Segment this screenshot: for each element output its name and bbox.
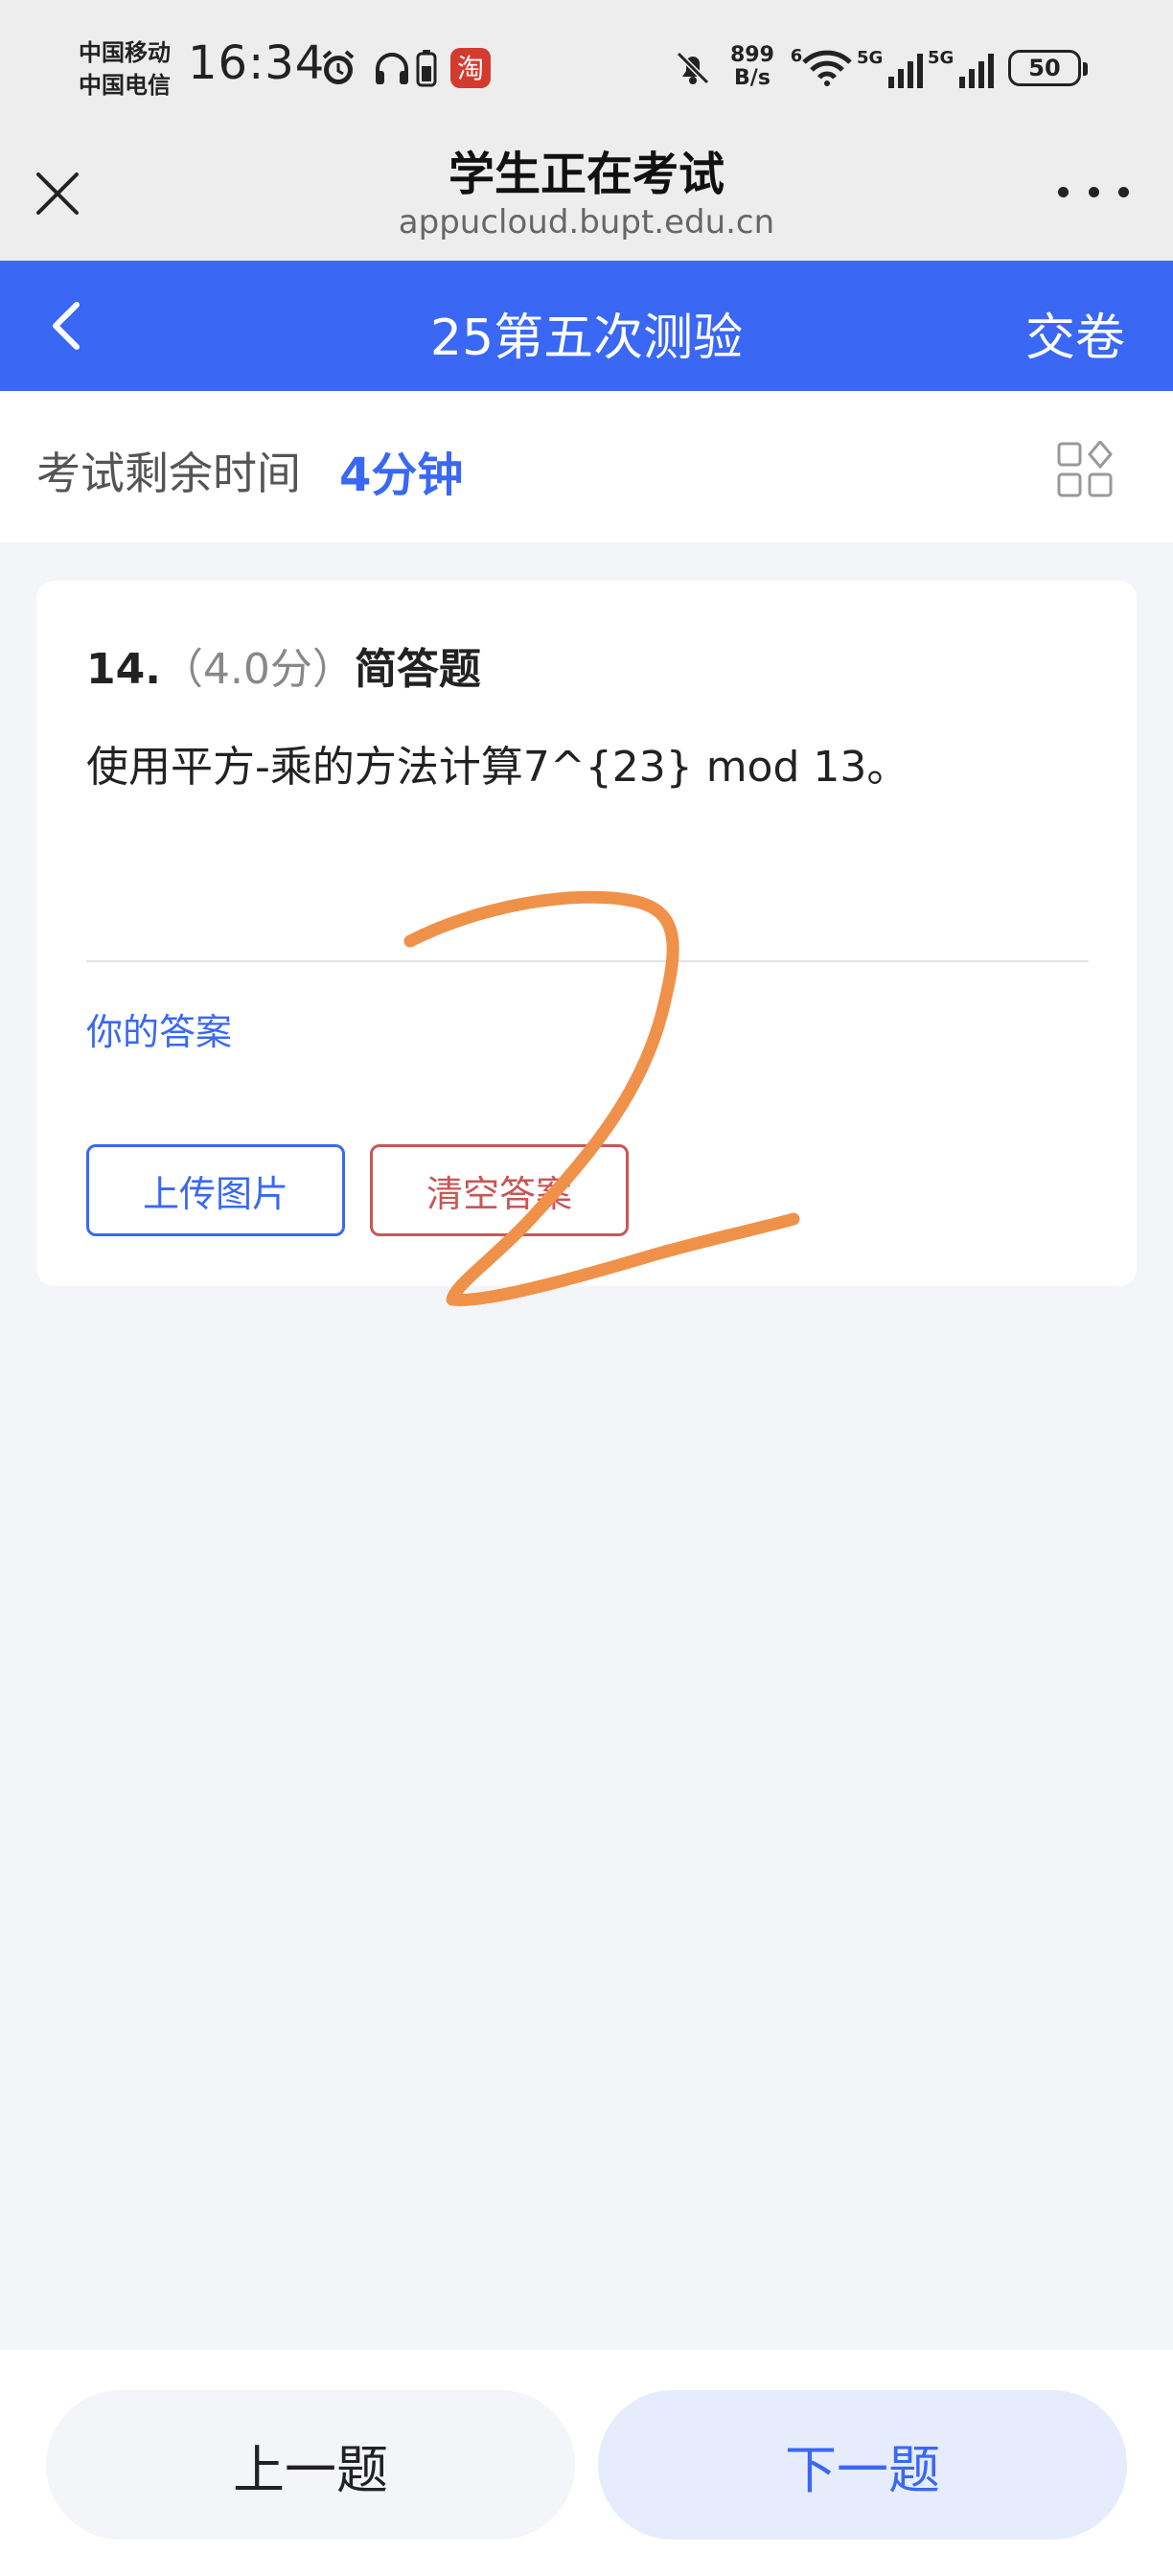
status-bar: 中国移动 中国电信 16:34 淘 899 B/s 6 5G 5G 50 — [0, 0, 1173, 142]
divider — [86, 960, 1089, 962]
question-score: （4.0分） — [160, 645, 355, 694]
taobao-icon: 淘 — [448, 46, 493, 90]
more-icon[interactable] — [1058, 172, 1129, 211]
question-card: 14.（4.0分）简答题 使用平方-乘的方法计算7^{23} mod 13。 你… — [36, 581, 1137, 1286]
battery-small-icon — [414, 46, 439, 90]
battery-icon: 50 — [1008, 50, 1088, 86]
browser-url: appucloud.bupt.edu.cn — [398, 203, 775, 242]
carrier-2: 中国电信 — [79, 72, 171, 99]
net-speed: 899 B/s — [730, 44, 774, 90]
alarm-icon — [316, 46, 360, 90]
bell-off-icon — [671, 46, 715, 90]
wifi-tag: 6 — [790, 46, 803, 66]
answer-label: 你的答案 — [86, 1011, 233, 1053]
app-header: 25第五次测验 交卷 — [0, 261, 1173, 391]
next-question-button[interactable]: 下一题 — [598, 2390, 1127, 2540]
net-speed-unit: B/s — [734, 66, 770, 90]
question-text: 使用平方-乘的方法计算7^{23} mod 13。 — [86, 743, 909, 792]
taobao-badge: 淘 — [457, 53, 484, 84]
clear-answer-button[interactable]: 清空答案 — [370, 1144, 629, 1236]
bottom-navigation: 上一题 下一题 — [0, 2350, 1173, 2576]
signal-icon: 5G — [928, 48, 995, 88]
question-number: 14. — [86, 645, 161, 694]
question-type: 简答题 — [354, 645, 481, 694]
timer-value: 4分钟 — [339, 448, 464, 502]
headphones-icon — [370, 46, 414, 90]
signal-2-tag: 5G — [928, 48, 954, 68]
signal-icon: 5G — [857, 48, 924, 88]
question-grid-icon[interactable] — [1056, 439, 1114, 498]
upload-image-button[interactable]: 上传图片 — [86, 1144, 345, 1236]
browser-page-title: 学生正在考试 — [448, 148, 724, 201]
carrier-names: 中国移动 中国电信 — [79, 36, 171, 102]
status-time: 16:34 — [188, 36, 326, 90]
net-speed-value: 899 — [730, 43, 774, 67]
question-header: 14.（4.0分）简答题 — [86, 634, 481, 696]
battery-level: 50 — [1028, 55, 1061, 81]
timer-label: 考试剩余时间 — [36, 448, 301, 499]
carrier-1: 中国移动 — [79, 39, 171, 66]
exam-title: 25第五次测验 — [429, 310, 744, 367]
prev-question-button[interactable]: 上一题 — [46, 2390, 575, 2540]
submit-exam-button[interactable]: 交卷 — [1025, 297, 1125, 369]
timer-row: 考试剩余时间 4分钟 — [0, 391, 1173, 542]
signal-1-tag: 5G — [857, 48, 884, 68]
wifi-icon: 6 — [790, 46, 853, 90]
